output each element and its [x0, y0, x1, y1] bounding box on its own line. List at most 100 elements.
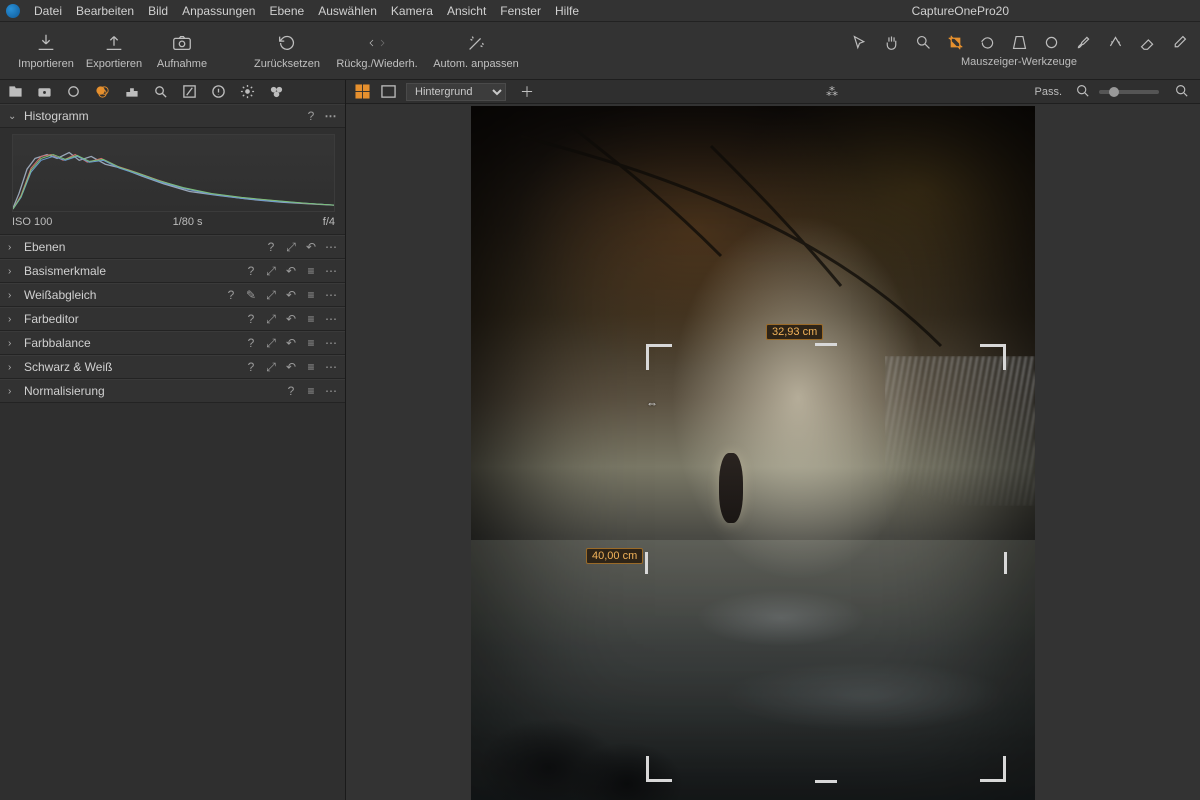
panel-header[interactable]: › Normalisierung ?≡⋯	[0, 379, 345, 403]
crop-handle-br[interactable]	[980, 756, 1006, 782]
panel-action-icon[interactable]: ?	[245, 313, 257, 325]
crop-handle-bottom[interactable]	[815, 780, 837, 783]
tool-spot[interactable]	[1042, 34, 1060, 52]
panel-action-icon[interactable]: ✎	[245, 289, 257, 301]
panel-title: Ebenen	[24, 240, 259, 254]
panel-action-icon[interactable]: ⋯	[325, 313, 337, 325]
help-icon[interactable]: ?	[305, 110, 317, 122]
zoom-slider[interactable]	[1099, 90, 1159, 94]
panel-header[interactable]: › Schwarz & Weiß ?⤢↶≡⋯	[0, 355, 345, 379]
crop-handle-bl[interactable]	[646, 756, 672, 782]
toolbar-import[interactable]: Importieren	[12, 32, 80, 70]
panel-action-icon[interactable]: ≡	[305, 313, 317, 325]
crop-handle-tr[interactable]	[980, 344, 1006, 370]
tool-pan[interactable]	[882, 34, 900, 52]
panel-action-icon[interactable]: ?	[245, 361, 257, 373]
tab-adjust-icon[interactable]	[182, 84, 197, 99]
toolbar-capture[interactable]: Aufnahme	[148, 32, 216, 70]
toolbar-reset[interactable]: Zurücksetzen	[244, 32, 330, 70]
panel-action-icon[interactable]: ⤢	[265, 265, 277, 277]
toolbar-auto-adjust[interactable]: Autom. anpassen	[424, 32, 528, 70]
viewer-canvas[interactable]: 32,93 cm 40,00 cm ⇔	[346, 104, 1200, 800]
histogram-iso: ISO 100	[12, 216, 52, 228]
tool-zoom[interactable]	[914, 34, 932, 52]
panel-action-icon[interactable]: ?	[265, 241, 277, 253]
menu-layer[interactable]: Ebene	[269, 4, 304, 18]
crop-handle-tl[interactable]	[646, 344, 672, 370]
tab-meta-icon[interactable]	[211, 84, 226, 99]
toolbar-export[interactable]: Exportieren	[80, 32, 148, 70]
tab-capture-icon[interactable]	[37, 84, 52, 99]
tab-library-icon[interactable]	[8, 84, 23, 99]
panel-action-icon[interactable]: ⋯	[325, 265, 337, 277]
panel-action-icon[interactable]: ?	[285, 385, 297, 397]
panel-action-icon[interactable]: ≡	[305, 361, 317, 373]
panel-action-icon[interactable]: ≡	[305, 385, 317, 397]
crop-handle-left[interactable]	[645, 552, 648, 574]
crop-handle-top[interactable]	[815, 343, 837, 346]
tool-brush[interactable]	[1074, 34, 1092, 52]
menu-help[interactable]: Hilfe	[555, 4, 579, 18]
menu-window[interactable]: Fenster	[500, 4, 541, 18]
tab-batch-icon[interactable]	[269, 84, 284, 99]
tab-lens-icon[interactable]	[66, 84, 81, 99]
panel-action-icon[interactable]: ⋯	[325, 241, 337, 253]
panel-action-icon[interactable]: ⋯	[325, 361, 337, 373]
panel-action-icon[interactable]: ↶	[285, 289, 297, 301]
panel-action-icon[interactable]: ≡	[305, 265, 317, 277]
view-single-icon[interactable]	[380, 84, 396, 100]
panel-action-icon[interactable]: ⋯	[325, 289, 337, 301]
crop-overlay[interactable]	[646, 344, 1006, 782]
tool-heal[interactable]	[1106, 34, 1124, 52]
panel-action-icon[interactable]: ⋯	[325, 385, 337, 397]
panel-action-icon[interactable]: ↶	[285, 337, 297, 349]
panel-action-icon[interactable]: ⤢	[285, 241, 297, 253]
tab-exposure-icon[interactable]	[124, 84, 139, 99]
tab-output-icon[interactable]	[240, 84, 255, 99]
panel-action-icon[interactable]: ↶	[305, 241, 317, 253]
panel-action-icon[interactable]: ⤢	[265, 361, 277, 373]
panel-action-icon[interactable]: ↶	[285, 265, 297, 277]
panel-action-icon[interactable]: ⤢	[265, 313, 277, 325]
toolbar-undo-redo[interactable]: Rückg./Wiederh.	[330, 32, 424, 70]
tool-select[interactable]	[850, 34, 868, 52]
add-layer-button[interactable]: ＋	[516, 82, 538, 102]
panel-action-icon[interactable]: ↶	[285, 313, 297, 325]
layer-dropdown[interactable]: Hintergrund	[406, 83, 506, 101]
menu-camera[interactable]: Kamera	[391, 4, 433, 18]
panel-action-icon[interactable]: ?	[245, 265, 257, 277]
menu-adjust[interactable]: Anpassungen	[182, 4, 255, 18]
tool-rotate[interactable]	[978, 34, 996, 52]
menu-view[interactable]: Ansicht	[447, 4, 486, 18]
panel-action-icon[interactable]: ⤢	[265, 289, 277, 301]
panel-action-icon[interactable]: ↶	[285, 361, 297, 373]
panel-action-icon[interactable]: ?	[225, 289, 237, 301]
zoom-in-icon[interactable]	[1175, 84, 1188, 100]
menu-file[interactable]: Datei	[34, 4, 62, 18]
more-icon[interactable]: ⋯	[325, 110, 337, 122]
panel-action-icon[interactable]: ⤢	[265, 337, 277, 349]
panel-header[interactable]: › Farbbalance ?⤢↶≡⋯	[0, 331, 345, 355]
panel-header[interactable]: › Basismerkmale ?⤢↶≡⋯	[0, 259, 345, 283]
panel-header[interactable]: › Farbeditor ?⤢↶≡⋯	[0, 307, 345, 331]
tool-keystone[interactable]	[1010, 34, 1028, 52]
panel-action-icon[interactable]: ?	[245, 337, 257, 349]
panel-action-icon[interactable]: ≡	[305, 289, 317, 301]
panel-action-icon[interactable]: ≡	[305, 337, 317, 349]
tool-erase[interactable]	[1138, 34, 1156, 52]
tool-tabs	[0, 80, 345, 104]
tool-crop[interactable]	[946, 34, 964, 52]
panel-header-histogram[interactable]: ⌄ Histogramm ? ⋯	[0, 104, 345, 128]
menu-select[interactable]: Auswählen	[318, 4, 377, 18]
view-grid-icon[interactable]	[354, 84, 370, 100]
panel-header[interactable]: › Weißabgleich ?✎⤢↶≡⋯	[0, 283, 345, 307]
menu-image[interactable]: Bild	[148, 4, 168, 18]
menu-edit[interactable]: Bearbeiten	[76, 4, 134, 18]
tab-details-icon[interactable]	[153, 84, 168, 99]
zoom-out-icon[interactable]	[1076, 84, 1089, 100]
tool-picker[interactable]	[1170, 34, 1188, 52]
panel-action-icon[interactable]: ⋯	[325, 337, 337, 349]
panel-header[interactable]: › Ebenen ?⤢↶⋯	[0, 235, 345, 259]
tab-color-icon[interactable]	[95, 84, 110, 99]
crop-handle-right[interactable]	[1004, 552, 1007, 574]
